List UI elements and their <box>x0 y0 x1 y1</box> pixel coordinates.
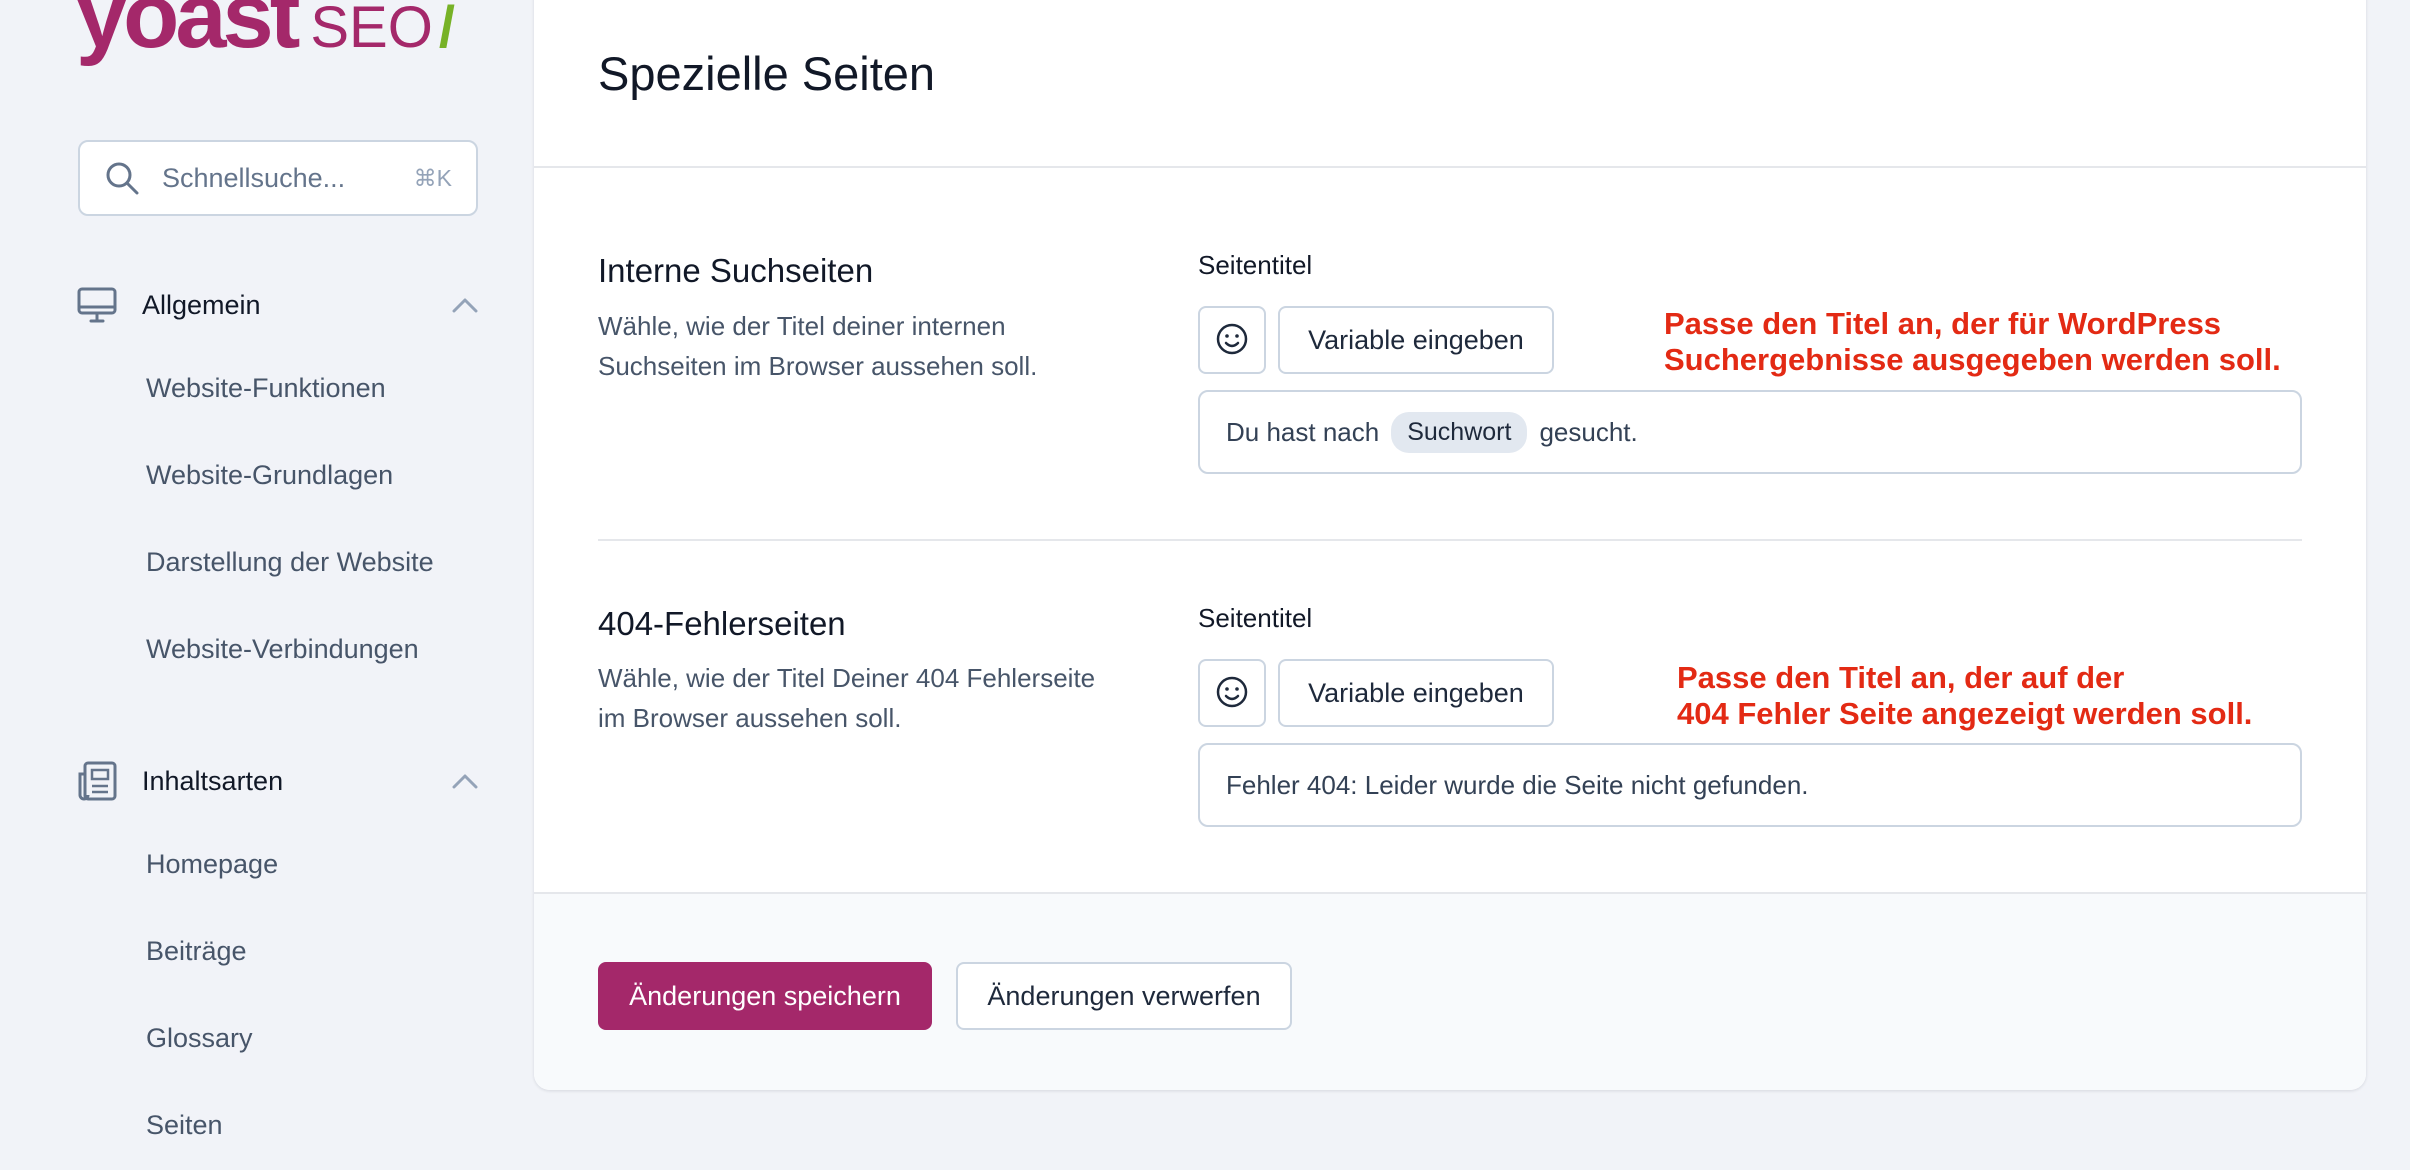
insert-variable-button[interactable]: Variable eingeben <box>1278 306 1554 374</box>
sidebar-item-seiten[interactable]: Seiten <box>146 1110 223 1141</box>
sidebar-item-website-grundlagen[interactable]: Website-Grundlagen <box>146 460 393 491</box>
sidebar-item-glossary[interactable]: Glossary <box>146 1023 253 1054</box>
settings-card: Spezielle Seiten Interne Suchseiten Wähl… <box>534 0 2366 1090</box>
card-footer: Änderungen speichern Änderungen verwerfe… <box>534 892 2366 1090</box>
emoji-picker-button[interactable] <box>1198 659 1266 727</box>
section-title-404: 404-Fehlerseiten <box>598 605 846 642</box>
field-label-search-title: Seitentitel <box>1198 250 1313 280</box>
section-description-search: Wähle, wie der Titel deiner internen Suc… <box>598 311 1038 381</box>
save-changes-button[interactable]: Änderungen speichern <box>598 962 932 1030</box>
sidebar-item-homepage[interactable]: Homepage <box>146 849 278 880</box>
section-divider <box>598 539 2302 541</box>
variable-chip-suchwort[interactable]: Suchwort <box>1391 411 1528 453</box>
field-label-404-title: Seitentitel <box>1198 603 1313 633</box>
smiley-icon <box>1215 675 1249 712</box>
search-page-title-input[interactable]: Du hast nach Suchwort gesucht. <box>1198 390 2302 474</box>
chevron-up-icon[interactable] <box>450 766 480 796</box>
nav-group-inhaltsarten[interactable]: Inhaltsarten <box>76 751 480 811</box>
quick-search[interactable]: ⌘K <box>78 140 478 216</box>
nav-group-label: Allgemein <box>142 289 261 320</box>
annotation-line: Suchergebnisse ausgegeben werden soll. <box>1664 342 2281 377</box>
desktop-icon <box>76 284 118 326</box>
yoast-seo-logo[interactable]: yoast SEO / <box>76 0 455 62</box>
title-text: Fehler 404: Leider wurde die Seite nicht… <box>1226 769 1809 800</box>
nav-group-label: Inhaltsarten <box>142 765 284 796</box>
nav-group-allgemein[interactable]: Allgemein <box>76 275 480 335</box>
annotation-line: Passe den Titel an, der für WordPress <box>1664 306 2222 341</box>
sidebar-item-website-funktionen[interactable]: Website-Funktionen <box>146 373 386 404</box>
sidebar: yoast SEO / ⌘K Allgemein Website-Funktio… <box>0 0 520 1170</box>
insert-variable-button[interactable]: Variable eingeben <box>1278 659 1554 727</box>
title-text-prefix: Du hast nach <box>1226 416 1380 447</box>
annotation-line: Passe den Titel an, der auf der <box>1677 660 2125 695</box>
smiley-icon <box>1215 322 1249 359</box>
sidebar-item-beitraege[interactable]: Beiträge <box>146 936 247 967</box>
discard-changes-button[interactable]: Änderungen verwerfen <box>956 962 1292 1030</box>
keyboard-shortcut: ⌘K <box>413 164 452 191</box>
annotation-search: Passe den Titel an, der für WordPress Su… <box>1664 306 2281 378</box>
annotation-line: 404 Fehler Seite angezeigt werden soll. <box>1677 696 2253 731</box>
logo-wordmark: yoast <box>76 0 300 67</box>
404-page-title-input[interactable]: Fehler 404: Leider wurde die Seite nicht… <box>1198 743 2302 827</box>
card-header: Spezielle Seiten <box>534 0 2366 168</box>
logo-product: SEO <box>310 0 433 60</box>
chevron-up-icon[interactable] <box>450 290 480 320</box>
sidebar-item-website-verbindungen[interactable]: Website-Verbindungen <box>146 634 419 665</box>
newspaper-icon <box>76 760 118 802</box>
annotation-404: Passe den Titel an, der auf der 404 Fehl… <box>1677 660 2252 732</box>
sidebar-item-darstellung[interactable]: Darstellung der Website <box>146 547 434 578</box>
emoji-picker-button[interactable] <box>1198 306 1266 374</box>
section-title-search: Interne Suchseiten <box>598 252 874 289</box>
search-icon <box>104 160 140 196</box>
search-input[interactable] <box>162 162 412 194</box>
logo-slash: / <box>438 0 455 60</box>
title-text-suffix: gesucht. <box>1539 416 1638 447</box>
section-description-404: Wähle, wie der Titel Deiner 404 Fehlerse… <box>598 663 1096 733</box>
page-title: Spezielle Seiten <box>598 47 936 100</box>
